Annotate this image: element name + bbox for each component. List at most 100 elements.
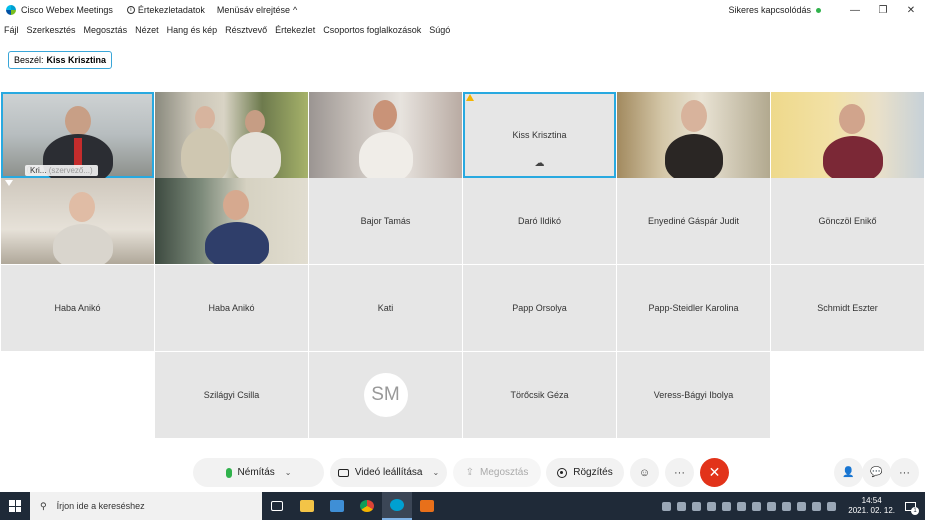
video-tile-woman-2[interactable] [617,92,770,178]
participant-tile-kati[interactable]: Kati [309,265,462,351]
share-icon: ⇪ [465,467,475,478]
volume-icon[interactable] [827,501,837,511]
menu-item-file[interactable]: Fájl [4,25,19,35]
reactions-button[interactable]: ☺ [630,458,659,487]
tray-app-icon[interactable] [797,501,807,511]
webex-taskbar-icon[interactable] [382,492,412,520]
meeting-info-button[interactable]: i Értekezletadatok [126,5,205,15]
taskbar-search[interactable]: ⚲ Írjon ide a kereséshez [30,492,262,520]
menu-item-participant[interactable]: Résztvevő [225,25,267,35]
video-tile-woman-1[interactable] [309,92,462,178]
participant-name: Gönczöl Enikő [818,216,877,226]
menu-item-audio-video[interactable]: Hang és kép [167,25,218,35]
mute-label: Némítás [237,467,275,478]
menu-item-meeting[interactable]: Értekezlet [275,25,315,35]
end-meeting-button[interactable]: ✕ [700,458,729,487]
system-tray: 14:54 2021. 02. 12. 1 [662,492,925,520]
participant-tile-daro[interactable]: Daró Ildikó [463,178,616,264]
menu-item-share[interactable]: Megosztás [84,25,128,35]
title-bar-right: Sikeres kapcsolódás — ❐ ✕ [728,0,925,20]
restore-button[interactable]: ❐ [869,0,897,20]
tray-app-icon[interactable] [677,501,687,511]
tray-app-icon[interactable] [782,501,792,511]
chevron-down-icon[interactable]: ⌄ [285,468,292,477]
camera-icon [337,468,349,477]
participant-name: Papp Orsolya [512,303,567,313]
chrome-icon[interactable] [352,492,382,520]
participant-name: Szilágyi Csilla [203,390,260,400]
participant-name: Bajor Tamás [360,216,411,226]
menu-item-view[interactable]: Nézet [135,25,159,35]
hide-menu-button[interactable]: Menüsáv elrejtése ^ [217,5,297,15]
menu-item-edit[interactable]: Szerkesztés [27,25,76,35]
video-tile-man-2[interactable] [155,178,308,264]
share-button[interactable]: ⇪ Megosztás [453,458,541,487]
mute-button[interactable]: Némítás ⌄ [193,458,324,487]
nvidia-icon[interactable] [737,501,747,511]
participant-tile-haba-2[interactable]: Haba Anikó [155,265,308,351]
store-icon[interactable] [322,492,352,520]
participant-tile-torocsik[interactable]: Törőcsik Géza [463,352,616,438]
bluetooth-icon[interactable] [752,501,762,511]
app-title: Cisco Webex Meetings [21,5,113,15]
microphone-icon [225,467,232,478]
chevron-down-icon[interactable]: ⌄ [432,468,439,477]
close-window-button[interactable]: ✕ [897,0,925,20]
info-icon: i [126,6,135,14]
network-icon[interactable] [812,501,822,511]
host-name: Kri... [30,166,47,175]
share-label: Megosztás [480,467,529,478]
active-speaker-label: Beszél: Kiss Krisztina [8,51,113,69]
menu-item-breakout[interactable]: Csoportos foglalkozások [323,25,421,35]
chevron-up-icon: ^ [292,5,298,15]
connection-status: Sikeres kapcsolódás [728,5,821,15]
participant-name: Veress-Bágyi Ibolya [653,390,734,400]
video-tile-couple[interactable] [155,92,308,178]
participant-tile-haba-1[interactable]: Haba Anikó [1,265,154,351]
mail-app-icon[interactable] [412,492,442,520]
file-explorer-icon[interactable] [292,492,322,520]
microphone-tray-icon[interactable] [707,501,717,511]
taskbar-clock[interactable]: 14:54 2021. 02. 12. [848,496,895,516]
participant-tile-szilagyi[interactable]: Szilágyi Csilla [155,352,308,438]
minimize-button[interactable]: — [841,0,869,20]
clock-time: 14:54 [861,496,882,505]
participant-tile-gonczol[interactable]: Gönczöl Enikő [771,178,924,264]
webex-window: Cisco Webex Meetings i Értekezletadatok … [0,0,925,520]
video-tile-host[interactable]: Kri... (szervező...) [1,92,154,178]
participant-tile-bajor[interactable]: Bajor Tamás [309,178,462,264]
more-options-button[interactable]: ··· [665,458,694,487]
participant-tile-veress[interactable]: Veress-Bágyi Ibolya [617,352,770,438]
participant-name: Törőcsik Géza [510,390,569,400]
participant-tile-schmidt[interactable]: Schmidt Eszter [771,265,924,351]
participants-panel-button[interactable]: 👤 [834,458,863,487]
video-tile-woman-4[interactable] [1,178,154,264]
participant-name: Kati [377,303,394,313]
avatar: SM [363,373,408,417]
more-panels-button[interactable]: ··· [890,458,919,487]
participant-tile-sm[interactable]: SM [309,352,462,438]
speaker-name: Kiss Krisztina [46,55,107,65]
record-icon [557,467,568,478]
clock-date: 2021. 02. 12. [848,506,895,515]
task-view-icon[interactable] [262,492,292,520]
tray-app-icon[interactable] [662,501,672,511]
start-button[interactable] [0,492,30,520]
tray-app-icon[interactable] [692,501,702,511]
tray-app-icon[interactable] [767,501,777,511]
notification-center-button[interactable]: 1 [901,497,919,515]
participant-tile-papp-orsolya[interactable]: Papp Orsolya [463,265,616,351]
stop-video-button[interactable]: Videó leállítása ⌄ [330,458,447,487]
participant-tile-papp-steidler[interactable]: Papp-Steidler Karolina [617,265,770,351]
video-tile-active-speaker[interactable]: Kiss Krisztina ☁ [463,92,616,178]
video-tile-woman-3[interactable] [771,92,924,178]
tray-app-icon[interactable] [722,501,732,511]
warning-icon [466,94,474,101]
chat-panel-button[interactable]: 💬 [862,458,891,487]
menu-item-help[interactable]: Súgó [429,25,450,35]
title-bar: Cisco Webex Meetings i Értekezletadatok … [0,0,925,20]
participant-tile-enyedine[interactable]: Enyediné Gáspár Judit [617,178,770,264]
record-button[interactable]: Rögzítés [546,458,624,487]
speaker-prefix: Beszél: [14,55,44,65]
webex-logo-icon [6,5,16,15]
